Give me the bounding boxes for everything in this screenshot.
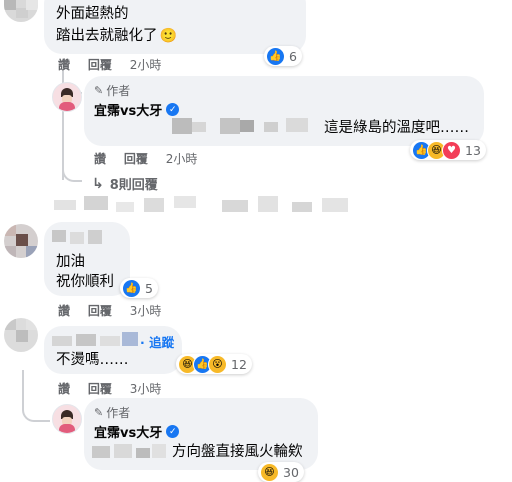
like-button[interactable]: 讚 bbox=[94, 150, 106, 167]
blurred-text-row bbox=[54, 196, 354, 214]
reply-text: 這是綠島的溫度吧…… bbox=[324, 120, 469, 136]
reaction-summary[interactable]: 👍 6 bbox=[264, 46, 302, 66]
comment-text-line2: 踏出去就融化了 bbox=[56, 28, 158, 44]
reaction-count: 30 bbox=[283, 464, 299, 480]
timestamp[interactable]: 3小時 bbox=[130, 302, 162, 319]
haha-reaction-icon: 😆 bbox=[260, 462, 279, 482]
timestamp[interactable]: 2小時 bbox=[130, 56, 162, 73]
timestamp[interactable]: 2小時 bbox=[166, 150, 198, 167]
timestamp[interactable]: 3小時 bbox=[130, 380, 162, 397]
author-tag: 作者 bbox=[106, 84, 131, 98]
comment-bubble: 加油 祝你順利 bbox=[44, 222, 130, 296]
reply-bubble: ✎ 作者 宜霈vs大牙 ✓ 這是綠島的溫度吧…… bbox=[84, 76, 484, 146]
comment-text: 不燙嗎…… bbox=[56, 352, 129, 368]
like-reaction-icon: 👍 bbox=[266, 46, 285, 66]
reaction-summary[interactable]: 👍 5 bbox=[120, 278, 158, 298]
avatar[interactable] bbox=[4, 0, 38, 22]
author-avatar[interactable] bbox=[52, 82, 82, 112]
blurred-commenter-name bbox=[52, 332, 140, 348]
blurred-commenter-name bbox=[52, 230, 104, 246]
reply-button[interactable]: 回覆 bbox=[88, 380, 112, 397]
thread-line-curve bbox=[62, 150, 82, 182]
pencil-icon: ✎ bbox=[94, 406, 104, 419]
verified-badge-icon: ✓ bbox=[166, 103, 180, 116]
blurred-mention bbox=[172, 118, 308, 134]
comment-text-line1: 加油 bbox=[56, 254, 85, 270]
reaction-summary[interactable]: 👍 😆 ♥ 13 bbox=[410, 140, 486, 160]
comment-text-line2: 祝你順利 bbox=[56, 274, 114, 290]
like-button[interactable]: 讚 bbox=[58, 302, 70, 319]
reaction-count: 6 bbox=[289, 48, 297, 64]
blurred-mention bbox=[92, 444, 168, 460]
comment-bubble: · 追蹤 不燙嗎…… bbox=[44, 326, 182, 374]
author-name[interactable]: 宜霈vs大牙 bbox=[94, 100, 162, 119]
reply-button[interactable]: 回覆 bbox=[88, 302, 112, 319]
wow-reaction-icon: 😮 bbox=[208, 354, 227, 374]
author-name[interactable]: 宜霈vs大牙 bbox=[94, 422, 162, 441]
verified-badge-icon: ✓ bbox=[166, 425, 180, 438]
follow-link[interactable]: · 追蹤 bbox=[140, 332, 174, 351]
avatar[interactable] bbox=[4, 318, 38, 352]
author-avatar[interactable] bbox=[52, 404, 82, 434]
like-button[interactable]: 讚 bbox=[58, 56, 70, 73]
reply-text: 方向盤直接風火輪欸 bbox=[172, 444, 303, 460]
view-more-replies[interactable]: ↳ 8則回覆 bbox=[92, 174, 158, 194]
reaction-count: 12 bbox=[231, 356, 247, 372]
smile-emoji-icon: 🙂 bbox=[159, 28, 177, 44]
reply-bubble: ✎ 作者 宜霈vs大牙 ✓ 方向盤直接風火輪欸 bbox=[84, 398, 318, 470]
reply-button[interactable]: 回覆 bbox=[88, 56, 112, 73]
reply-button[interactable]: 回覆 bbox=[124, 150, 148, 167]
comment-text-line1: 外面超熱的 bbox=[56, 6, 129, 22]
reaction-summary[interactable]: 😆 30 bbox=[258, 462, 304, 482]
reaction-count: 5 bbox=[145, 280, 153, 296]
reaction-summary[interactable]: 😆 👍 😮 12 bbox=[176, 354, 252, 374]
like-reaction-icon: 👍 bbox=[122, 278, 141, 298]
reply-arrow-icon: ↳ bbox=[92, 175, 104, 192]
pencil-icon: ✎ bbox=[94, 84, 104, 97]
avatar[interactable] bbox=[4, 224, 38, 258]
author-tag: 作者 bbox=[106, 406, 131, 420]
like-button[interactable]: 讚 bbox=[58, 380, 70, 397]
comment-bubble: 外面超熱的 踏出去就融化了 🙂 bbox=[44, 0, 306, 54]
reaction-count: 13 bbox=[465, 142, 481, 158]
love-reaction-icon: ♥ bbox=[442, 140, 461, 160]
thread-line-curve bbox=[22, 390, 50, 422]
